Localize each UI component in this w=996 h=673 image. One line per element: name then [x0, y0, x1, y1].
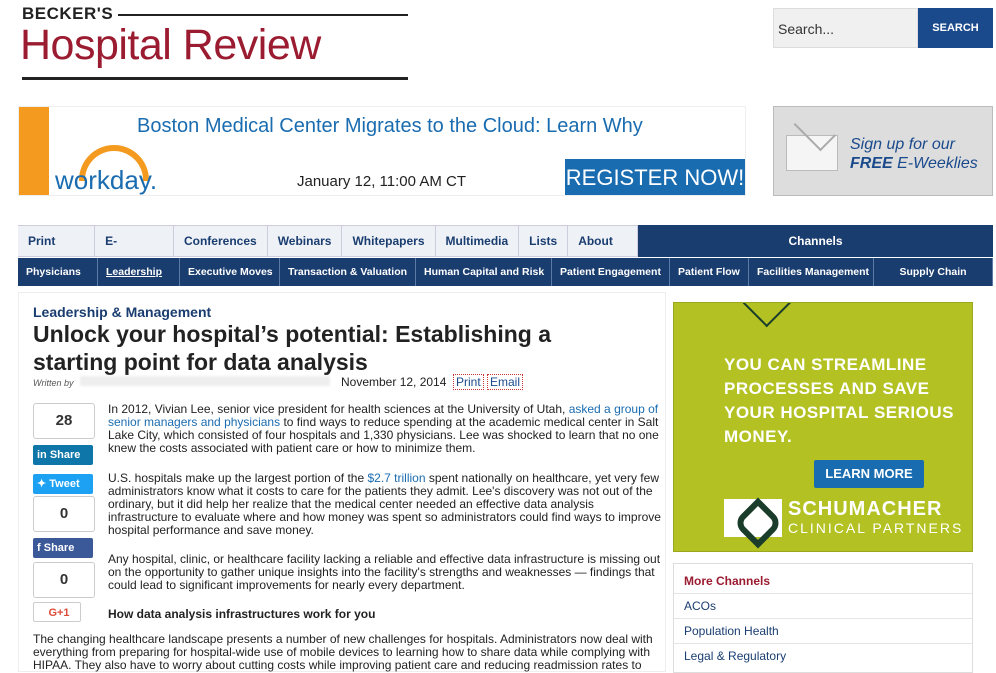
- facebook-share-label: Share: [43, 542, 75, 554]
- channel-transaction-valuation[interactable]: Transaction & Valuation: [280, 258, 416, 286]
- more-channels-title: More Channels: [684, 574, 771, 588]
- paragraph-text: In 2012, Vivian Lee, senior vice preside…: [108, 402, 569, 416]
- article-subhead: How data analysis infrastructures work f…: [108, 607, 376, 621]
- tweet-label: Tweet: [49, 478, 80, 490]
- channel-physicians[interactable]: Physicians: [18, 258, 98, 286]
- channel-executive-moves[interactable]: Executive Moves: [180, 258, 280, 286]
- facebook-share-count: 0: [33, 562, 95, 598]
- nav-multimedia[interactable]: Multimedia: [436, 226, 520, 256]
- article-paragraph: In 2012, Vivian Lee, senior vice preside…: [108, 403, 663, 455]
- signup-line1: Sign up for our: [850, 136, 955, 153]
- nav-webinars[interactable]: Webinars: [268, 226, 343, 256]
- search-input[interactable]: Search...: [773, 8, 918, 48]
- twitter-share-count: 0: [33, 496, 95, 532]
- nav-lists[interactable]: Lists: [519, 226, 569, 256]
- nav-conferences[interactable]: Conferences: [174, 226, 268, 256]
- print-link[interactable]: Print: [453, 374, 484, 390]
- linkedin-share-label: Share: [49, 449, 81, 461]
- facebook-share-button[interactable]: f Share: [33, 538, 93, 558]
- search-button[interactable]: SEARCH: [918, 8, 993, 48]
- envelope-icon: [786, 135, 838, 171]
- channels-heading: Channels: [638, 225, 993, 257]
- paragraph-text: U.S. hospitals make up the largest porti…: [108, 471, 368, 485]
- nav-print-issue[interactable]: Print Issue: [18, 226, 96, 278]
- primary-nav: Print Issue E-Weeklies Conferences Webin…: [18, 225, 638, 278]
- channel-patient-flow[interactable]: Patient Flow: [670, 258, 749, 286]
- sidebar-ad-text: YOU CAN STREAMLINE PROCESSES AND SAVE YO…: [724, 355, 954, 446]
- sidebar-ad-brand: SCHUMACHER: [788, 498, 943, 520]
- nav-about-us[interactable]: About Us: [568, 226, 638, 278]
- schumacher-ad[interactable]: YOU CAN STREAMLINE PROCESSES AND SAVE YO…: [673, 302, 973, 552]
- signup-eweeklies: E-Weeklies: [897, 155, 978, 172]
- nav-whitepapers[interactable]: Whitepapers: [342, 226, 436, 256]
- channel-human-capital[interactable]: Human Capital and Risk: [416, 258, 552, 286]
- ad-accent-bar: [19, 107, 49, 195]
- twitter-tweet-button[interactable]: ✦ Tweet: [33, 474, 93, 494]
- channel-leadership[interactable]: Leadership: [98, 258, 180, 286]
- more-channel-population-health[interactable]: Population Health: [674, 618, 972, 643]
- linkedin-share-button[interactable]: in Share: [33, 445, 93, 465]
- logo-rule: [118, 14, 408, 16]
- ad-chevron-icon: [738, 303, 796, 328]
- ad-date: January 12, 11:00 AM CT: [297, 173, 466, 190]
- twitter-icon: ✦: [37, 478, 50, 490]
- eweekly-signup-box[interactable]: Sign up for our FREE E-Weeklies: [773, 106, 993, 196]
- article-date: November 12, 2014: [341, 375, 447, 389]
- article-title: Unlock your hospital’s potential: Establ…: [33, 321, 551, 375]
- channel-supply-chain[interactable]: Supply Chain: [874, 258, 993, 286]
- facebook-icon: f: [37, 542, 44, 554]
- brand-logo[interactable]: Hospital Review: [20, 21, 321, 70]
- article-section[interactable]: Leadership & Management: [33, 304, 211, 320]
- email-link[interactable]: Email: [487, 374, 524, 390]
- learn-more-button[interactable]: LEARN MORE: [814, 460, 924, 488]
- register-button[interactable]: REGISTER NOW!: [565, 159, 745, 195]
- signup-line2: FREE E-Weeklies: [850, 154, 978, 173]
- channel-patient-engagement[interactable]: Patient Engagement: [552, 258, 670, 286]
- ad-brand: workday.: [55, 165, 158, 195]
- more-channels-box: More Channels ACOs Population Health Leg…: [673, 563, 973, 673]
- google-plus-button[interactable]: G+1: [33, 602, 81, 622]
- linkedin-icon: in: [37, 449, 50, 461]
- channel-facilities-management[interactable]: Facilities Management: [749, 258, 874, 286]
- linkedin-share-count: 28: [33, 403, 95, 439]
- logo-rule-bottom: [22, 77, 408, 80]
- article-paragraph: The changing healthcare landscape presen…: [33, 632, 653, 672]
- schumacher-logo-icon: [724, 499, 782, 537]
- written-by-label: Written by: [33, 378, 74, 388]
- article-paragraph: Any hospital, clinic, or healthcare faci…: [108, 552, 661, 592]
- sidebar-ad-brand-sub: CLINICAL PARTNERS: [788, 520, 964, 536]
- workday-ad-banner[interactable]: Boston Medical Center Migrates to the Cl…: [18, 106, 746, 196]
- author-byline-blurred: [80, 376, 330, 386]
- more-channel-legal[interactable]: Legal & Regulatory: [674, 643, 972, 668]
- inline-link[interactable]: $2.7 trillion: [367, 471, 425, 485]
- channel-nav: Physicians Leadership Executive Moves Tr…: [18, 258, 993, 286]
- article-paragraph: U.S. hospitals make up the largest porti…: [108, 472, 663, 537]
- nav-eweeklies[interactable]: E-Weeklies: [95, 226, 174, 278]
- signup-text: Sign up for our FREE E-Weeklies: [850, 135, 978, 173]
- ad-headline: Boston Medical Center Migrates to the Cl…: [137, 115, 643, 137]
- more-channel-acos[interactable]: ACOs: [674, 593, 972, 618]
- signup-free: FREE: [850, 155, 893, 172]
